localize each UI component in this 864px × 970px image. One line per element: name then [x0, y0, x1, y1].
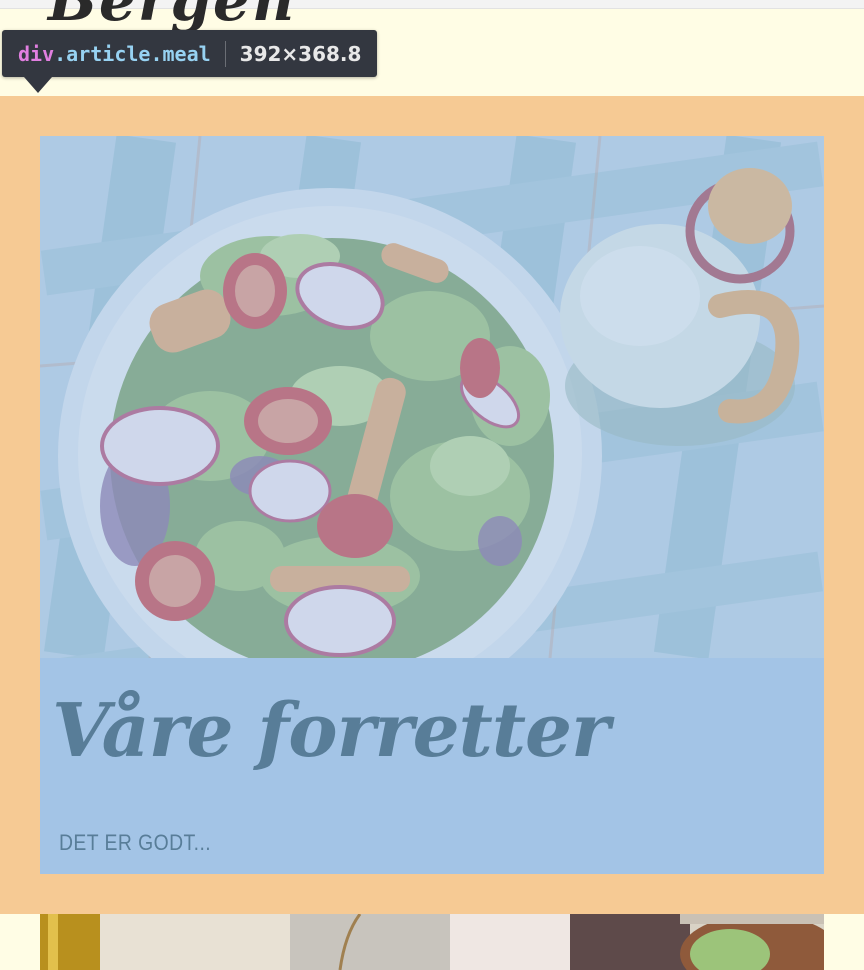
salad-bowl-image: [40, 136, 824, 658]
tooltip-divider: [224, 40, 226, 67]
meal-content: Våre forretter DET ER GODT...: [40, 658, 824, 874]
meal-title: Våre forretter: [52, 688, 610, 774]
tooltip-class: .article.meal: [54, 41, 211, 66]
page: Bergen Våre forretter DET ER GODT... div…: [0, 0, 864, 970]
meal-article[interactable]: Våre forretter DET ER GODT...: [40, 136, 824, 874]
tooltip-tag: div: [18, 41, 55, 66]
site-heading: Bergen: [48, 0, 297, 34]
tooltip-dimensions: 392×368.8: [239, 41, 362, 66]
inspector-tooltip: div .article.meal 392×368.8: [2, 30, 378, 93]
next-meal-image[interactable]: [40, 914, 824, 970]
meal-description: DET ER GODT...: [59, 830, 212, 855]
